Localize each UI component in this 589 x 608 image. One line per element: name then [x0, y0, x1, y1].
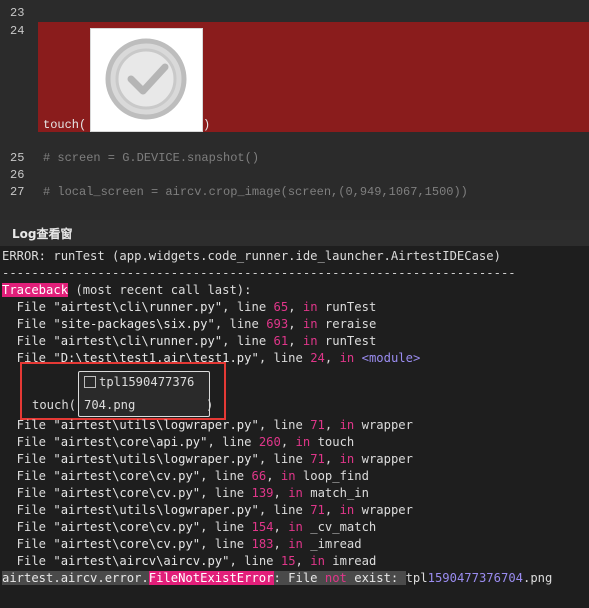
- line-number: 27: [10, 185, 25, 199]
- traceback-highlight: Traceback: [2, 283, 69, 297]
- log-panel-title: Log查看窗: [12, 227, 73, 241]
- line-number: 23: [10, 6, 25, 20]
- checkmark-image-icon: [91, 29, 202, 131]
- traceback-frame: File "airtest\cli\runner.py", line 65, i…: [2, 300, 377, 314]
- template-name-part1: tpl1590477376: [99, 375, 195, 389]
- template-name-part2: 704.png: [84, 398, 136, 412]
- final-error-line: airtest.aircv.error.FileNotExistError: F…: [2, 571, 553, 585]
- traceback-frame: File "airtest\core\api.py", line 260, in…: [2, 435, 355, 449]
- traceback-line: Traceback (most recent call last):: [2, 283, 252, 297]
- code-line-28: # local_screen = aircv.crop_image(screen…: [43, 185, 468, 199]
- traceback-frame: File "airtest\core\cv.py", line 154, in …: [2, 520, 377, 534]
- code-line-26: # screen = G.DEVICE.snapshot(): [43, 151, 260, 165]
- image-template-thumbnail[interactable]: [90, 28, 203, 132]
- line-number: 24: [10, 24, 25, 38]
- touch-call-close: ): [203, 118, 211, 132]
- traceback-frame: File "site-packages\six.py", line 693, i…: [2, 317, 377, 331]
- error-header-line: ERROR: runTest (app.widgets.code_runner.…: [2, 249, 501, 263]
- traceback-frame: File "airtest\cli\runner.py", line 61, i…: [2, 334, 377, 348]
- touch-call-open: touch(: [43, 118, 87, 132]
- log-panel-header: Log查看窗: [0, 220, 589, 246]
- line-number-gutter: 23 24 25 26 27: [0, 0, 38, 206]
- traceback-frame: File "airtest\utils\logwraper.py", line …: [2, 503, 413, 517]
- traceback-frame: File "airtest\utils\logwraper.py", line …: [2, 452, 413, 466]
- traceback-frame: File "airtest\core\cv.py", line 139, in …: [2, 486, 369, 500]
- line-number: 26: [10, 168, 25, 182]
- exception-highlight: FileNotExistError: [148, 571, 274, 585]
- line-number: 25: [10, 151, 25, 165]
- traceback-frame: File "airtest\core\cv.py", line 183, in …: [2, 537, 362, 551]
- panel-divider[interactable]: [0, 206, 589, 221]
- separator-line: ----------------------------------------…: [2, 266, 516, 280]
- broken-image-icon: [84, 376, 96, 388]
- log-touch-open: touch(: [32, 398, 77, 412]
- traceback-frame: File "airtest\aircv\aircv.py", line 15, …: [2, 554, 377, 568]
- traceback-frame: File "airtest\utils\logwraper.py", line …: [2, 418, 413, 432]
- code-editor[interactable]: 23 24 25 26 27 touch( ) # screen = G.DEV…: [0, 0, 589, 206]
- traceback-frame: File "airtest\core\cv.py", line 66, in l…: [2, 469, 369, 483]
- log-touch-close: ): [206, 398, 214, 412]
- template-image-placeholder[interactable]: tpl1590477376 704.png: [78, 371, 210, 417]
